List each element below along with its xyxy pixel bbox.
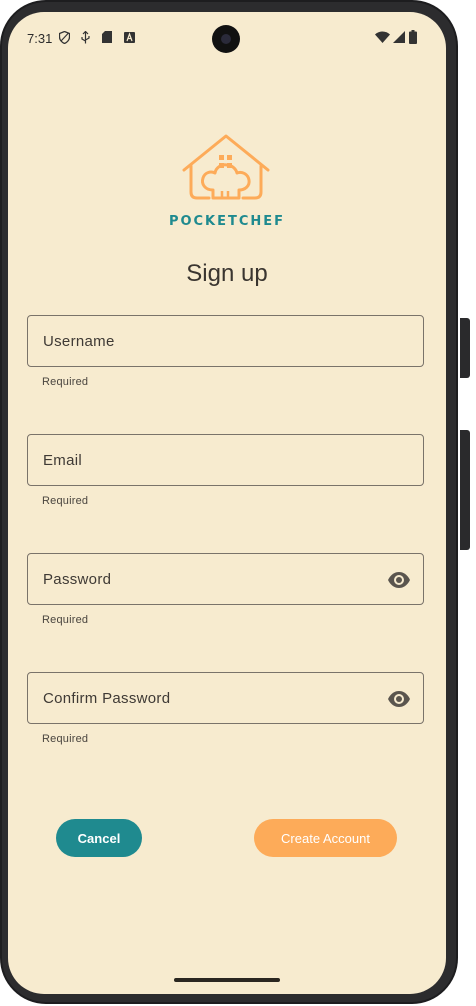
power-button <box>460 318 470 378</box>
password-helper: Required <box>42 614 89 626</box>
password-field[interactable]: Password <box>27 553 424 605</box>
status-bar: 7:31 <box>8 12 446 64</box>
confirm-password-field[interactable]: Confirm Password <box>27 672 424 724</box>
password-visibility-eye-icon[interactable] <box>387 569 411 591</box>
password-label: Password <box>43 571 112 588</box>
device-frame: 7:31 POCKETCHEF Sign up Username Require… <box>0 0 476 1006</box>
confirm-password-helper: Required <box>42 733 89 745</box>
battery-icon <box>408 30 418 44</box>
cancel-button[interactable]: Cancel <box>56 819 142 857</box>
sd-card-icon <box>101 30 112 44</box>
usb-debug-icon <box>80 30 90 44</box>
confirm-password-visibility-eye-icon[interactable] <box>387 688 411 710</box>
shield-icon <box>58 30 70 44</box>
username-label: Username <box>43 333 115 350</box>
keyboard-a-icon <box>123 30 135 44</box>
status-time: 7:31 <box>27 31 53 46</box>
brand-name: POCKETCHEF <box>168 214 286 229</box>
username-helper: Required <box>42 376 89 388</box>
cellular-signal-icon <box>392 30 405 44</box>
volume-button <box>460 430 470 550</box>
create-account-button[interactable]: Create Account <box>254 819 397 857</box>
front-camera <box>212 25 240 53</box>
home-indicator[interactable] <box>174 978 280 982</box>
screen: 7:31 POCKETCHEF Sign up Username Require… <box>8 12 446 994</box>
page-title: Sign up <box>186 260 268 287</box>
username-field[interactable]: Username <box>27 315 424 367</box>
confirm-password-label: Confirm Password <box>43 690 171 707</box>
email-helper: Required <box>42 495 89 507</box>
email-label: Email <box>43 452 83 469</box>
email-field[interactable]: Email <box>27 434 424 486</box>
wifi-icon <box>374 30 390 44</box>
